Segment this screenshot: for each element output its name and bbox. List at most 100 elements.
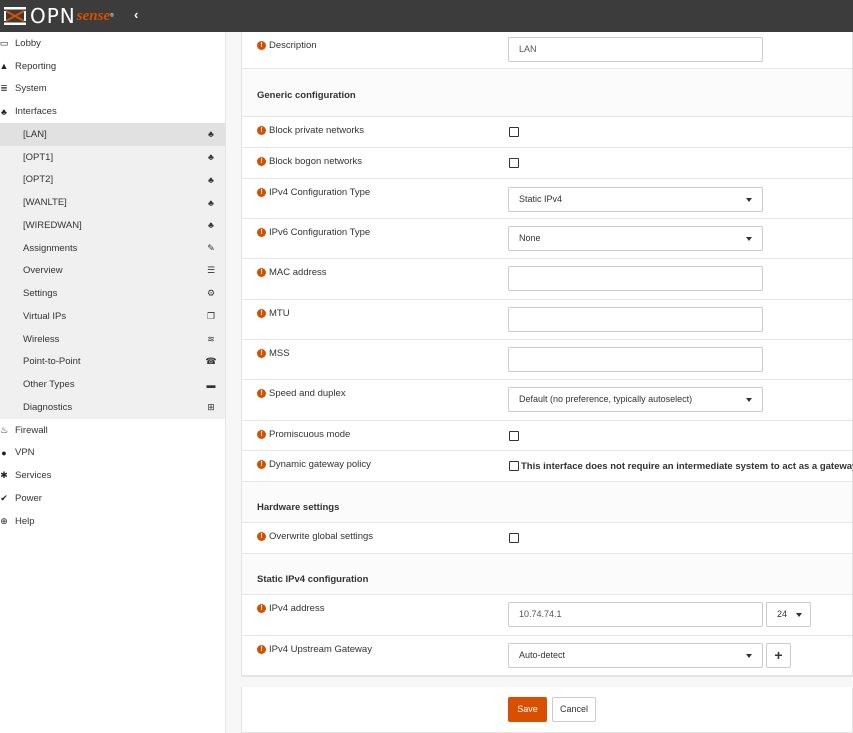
info-icon[interactable]: ! xyxy=(257,349,266,358)
mtu-input[interactable] xyxy=(508,307,763,332)
info-icon[interactable]: ! xyxy=(257,268,266,277)
sidebar-item-reporting[interactable]: ▲ Reporting xyxy=(0,55,225,78)
overwrite-global-row: ! Overwrite global settings xyxy=(242,523,852,554)
mac-address-value-cell xyxy=(508,259,852,299)
sidebar-item-lobby[interactable]: ▭ Lobby xyxy=(0,32,225,55)
sitemap-icon: ♣ xyxy=(208,220,214,231)
mss-value-cell xyxy=(508,340,852,379)
mtu-label-text: MTU xyxy=(269,308,290,319)
phone-icon: ☎ xyxy=(205,356,217,367)
save-button[interactable]: Save xyxy=(508,697,547,722)
sidebar-item-firewall[interactable]: ♨ Firewall xyxy=(0,419,225,442)
sidebar-item-label: Lobby xyxy=(15,37,41,49)
info-icon[interactable]: ! xyxy=(257,532,266,541)
ipv4-type-select[interactable]: Static IPv4 xyxy=(508,187,763,212)
info-icon[interactable]: ! xyxy=(257,41,266,50)
sidebar-item-label: Diagnostics xyxy=(23,401,73,413)
info-icon[interactable]: ! xyxy=(257,430,266,439)
mac-address-input[interactable] xyxy=(508,266,763,291)
speed-duplex-select[interactable]: Default (no preference, typically autose… xyxy=(508,387,763,412)
sidebar-item-label: Other Types xyxy=(23,379,75,391)
wifi-icon: ≋ xyxy=(207,333,215,344)
sidebar-item-label: Settings xyxy=(23,288,58,300)
speed-duplex-label: ! Speed and duplex xyxy=(242,380,508,420)
sidebar-item-label: [LAN] xyxy=(23,128,47,140)
upstream-gateway-selected: Auto-detect xyxy=(519,650,566,660)
sidebar-item-opt2[interactable]: [OPT2] ♣ xyxy=(0,168,225,192)
mac-address-label-text: MAC address xyxy=(269,267,327,278)
reporting-icon: ▲ xyxy=(0,61,9,72)
info-icon[interactable]: ! xyxy=(257,460,266,469)
sidebar-item-label: Wireless xyxy=(23,333,60,345)
mss-input[interactable] xyxy=(508,347,763,372)
sidebar-item-interfaces[interactable]: ♣ Interfaces xyxy=(0,100,225,123)
mtu-value-cell xyxy=(508,300,852,339)
sidebar-item-point-to-point[interactable]: Point-to-Point ☎ xyxy=(0,350,225,374)
block-private-checkbox[interactable] xyxy=(509,127,519,137)
sidebar-item-system[interactable]: ≣ System xyxy=(0,78,225,101)
dynamic-gateway-text[interactable]: This interface does not require an inter… xyxy=(521,461,853,472)
ipv6-type-select[interactable]: None xyxy=(508,226,763,251)
sidebar-item-opt1[interactable]: [OPT1] ♣ xyxy=(0,145,225,169)
overwrite-global-checkbox[interactable] xyxy=(509,533,519,543)
info-icon[interactable]: ! xyxy=(257,126,266,135)
promiscuous-value-cell xyxy=(508,421,852,450)
sidebar-item-diagnostics[interactable]: Diagnostics ⊞ xyxy=(0,396,225,419)
sidebar-item-services[interactable]: ✱ Services xyxy=(0,464,225,487)
promiscuous-checkbox[interactable] xyxy=(509,431,519,441)
info-icon[interactable]: ! xyxy=(257,604,266,613)
upstream-gateway-select[interactable]: Auto-detect xyxy=(508,643,763,668)
info-icon[interactable]: ! xyxy=(257,188,266,197)
sidebar-item-vpn[interactable]: ● VPN xyxy=(0,442,225,465)
overwrite-global-value-cell xyxy=(508,523,852,553)
sidebar-item-label: [OPT1] xyxy=(23,151,54,163)
ipv4-cidr-selected: 24 xyxy=(777,609,788,619)
sidebar-item-label: VPN xyxy=(15,447,35,459)
ipv4-type-label-text: IPv4 Configuration Type xyxy=(269,187,371,198)
sidebar-item-wiredwan[interactable]: [WIREDWAN] ♣ xyxy=(0,214,225,237)
settings-card: ! Description LAN Generic configuration … xyxy=(241,32,853,677)
dynamic-gateway-checkbox[interactable] xyxy=(509,461,519,471)
sidebar-item-label: Power xyxy=(15,492,42,504)
opnsense-logo[interactable]: OPN sense ® xyxy=(4,4,114,28)
section-title: Hardware settings xyxy=(257,502,340,513)
sidebar-item-label: Interfaces xyxy=(15,106,57,118)
add-gateway-button[interactable]: + xyxy=(766,643,791,668)
sidebar-item-wanlte[interactable]: [WANLTE] ♣ xyxy=(0,191,225,214)
sidebar-item-lan[interactable]: [LAN] ♣ xyxy=(0,123,225,146)
sidebar-item-label: Assignments xyxy=(23,242,78,254)
sidebar-item-wireless[interactable]: Wireless ≋ xyxy=(0,327,225,351)
block-private-label-text: Block private networks xyxy=(269,125,365,136)
info-icon[interactable]: ! xyxy=(257,389,266,398)
sidebar-item-virtual-ips[interactable]: Virtual IPs ❐ xyxy=(0,305,225,328)
mss-label: ! MSS xyxy=(242,340,508,379)
sidebar-item-help[interactable]: ⊕ Help xyxy=(0,510,225,533)
block-private-label: ! Block private networks xyxy=(242,117,508,147)
fire-icon: ♨ xyxy=(0,424,9,435)
sidebar-item-other-types[interactable]: Other Types ▬ xyxy=(0,373,225,396)
ipv4-cidr-select[interactable]: 24 xyxy=(766,602,811,627)
info-icon[interactable]: ! xyxy=(257,309,266,318)
sidebar-item-assignments[interactable]: Assignments ✎ xyxy=(0,236,225,260)
ipv4-address-input[interactable]: 10.74.74.1 xyxy=(508,602,763,627)
description-input[interactable]: LAN xyxy=(508,37,763,62)
info-icon[interactable]: ! xyxy=(257,157,266,166)
info-icon[interactable]: ! xyxy=(257,645,266,654)
sidebar-item-overview[interactable]: Overview ☰ xyxy=(0,259,225,283)
sidebar-item-settings[interactable]: Settings ⚙ xyxy=(0,282,225,305)
sitemap-icon: ♣ xyxy=(208,197,214,208)
ipv6-type-value-cell: None xyxy=(508,219,852,258)
caret-down-icon xyxy=(796,613,802,617)
sidebar: ▭ Lobby ▲ Reporting ≣ System ♣ Interface… xyxy=(0,32,226,733)
ipv4-address-row: ! IPv4 address 10.74.74.1 24 xyxy=(242,595,852,636)
info-icon[interactable]: ! xyxy=(257,228,266,237)
ipv4-address-value-cell: 10.74.74.1 24 xyxy=(508,595,852,635)
static-ipv4-header: Static IPv4 configuration xyxy=(242,554,852,595)
caret-down-icon xyxy=(746,654,752,658)
interfaces-icon: ♣ xyxy=(1,106,7,117)
cancel-button[interactable]: Cancel xyxy=(552,697,596,722)
collapse-sidebar-button[interactable]: ‹ xyxy=(134,7,138,22)
block-bogon-checkbox[interactable] xyxy=(509,158,519,168)
block-bogon-label: ! Block bogon networks xyxy=(242,148,508,178)
sidebar-item-power[interactable]: ✔ Power xyxy=(0,487,225,510)
